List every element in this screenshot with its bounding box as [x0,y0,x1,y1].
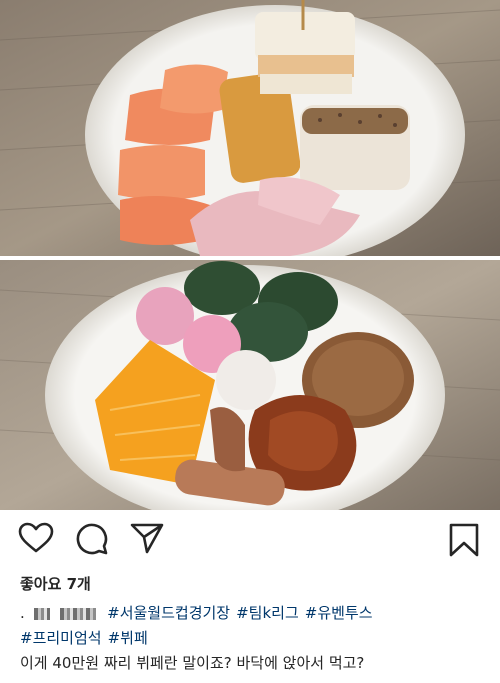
blurred-username[interactable] [60,607,97,620]
post-photo-1[interactable] [0,0,500,256]
hashtag[interactable]: #유벤투스 [305,604,373,622]
like-count[interactable]: 좋아요 7개 [20,573,91,594]
username-prefix: . [20,604,25,622]
caption-text: 이게 40만원 짜리 뷔페란 말이죠? 바닥에 앉아서 먹고? [20,654,365,672]
post-action-bar [0,522,500,562]
hashtag[interactable]: #팀k리그 [236,604,299,622]
paper-plane-icon[interactable] [130,522,164,558]
hashtag[interactable]: #서울월드컵경기장 [107,604,230,622]
hashtag[interactable]: #뷔페 [108,629,148,647]
caption-line-2: #프리미엄석 #뷔페 [20,626,490,651]
bookmark-icon[interactable] [448,522,480,562]
post-caption: . #서울월드컵경기장 #팀k리그 #유벤투스 #프리미엄석 #뷔페 이게 40만원 … [20,601,490,676]
blurred-username-part [33,607,50,620]
comment-icon[interactable] [75,522,109,560]
heart-icon[interactable] [18,522,54,558]
hashtag[interactable]: #프리미엄석 [20,629,102,647]
post-photo-2[interactable] [0,260,500,510]
caption-line-1: . #서울월드컵경기장 #팀k리그 #유벤투스 [20,601,490,626]
